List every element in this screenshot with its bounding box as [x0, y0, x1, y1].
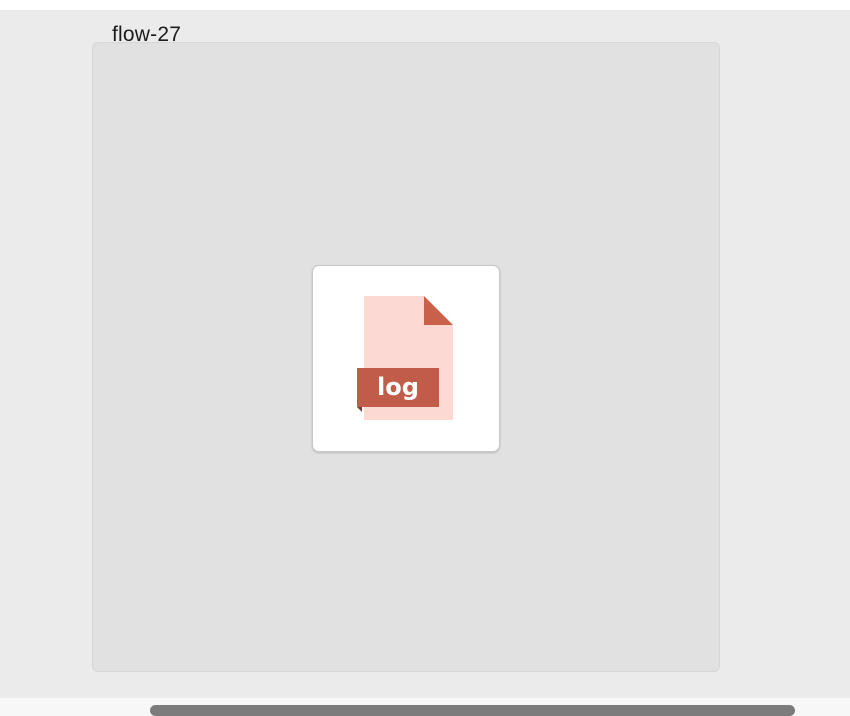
badge-flap [357, 407, 362, 412]
file-thumbnail[interactable]: log [312, 265, 500, 452]
preview-panel: log [92, 42, 720, 672]
quick-look-viewport: flow-27 log [0, 10, 850, 698]
top-strip [0, 0, 850, 10]
extension-label: log [377, 373, 419, 401]
log-file-icon: log [357, 296, 453, 420]
horizontal-scrollbar-thumb[interactable] [150, 705, 795, 716]
file-fold-corner [424, 296, 453, 325]
